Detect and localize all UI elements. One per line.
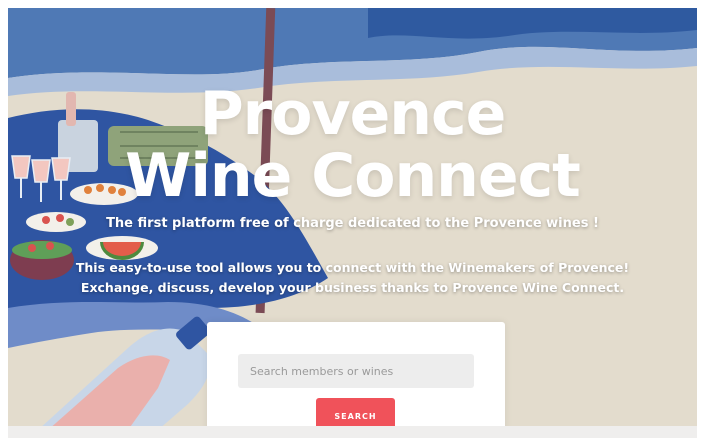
hero-title-line1: Provence — [199, 79, 507, 149]
search-input[interactable] — [238, 354, 474, 388]
hero-description-line1: This easy-to-use tool allows you to conn… — [75, 260, 630, 275]
hero-description-brand: Provence Wine Connect — [452, 280, 620, 295]
search-card: SEARCH — [207, 322, 505, 430]
hero-tagline: The first platform free of charge dedica… — [106, 216, 599, 231]
hero-description-line2-prefix: Exchange, discuss, develop your business… — [80, 280, 453, 295]
next-section-edge — [8, 426, 697, 438]
hero-section: Provence Wine Connect The first platform… — [8, 8, 697, 430]
hero-title-line2: Wine Connect — [125, 141, 581, 211]
hero-description: This easy-to-use tool allows you to conn… — [8, 258, 697, 298]
hero-description-line2-suffix: . — [619, 280, 625, 295]
